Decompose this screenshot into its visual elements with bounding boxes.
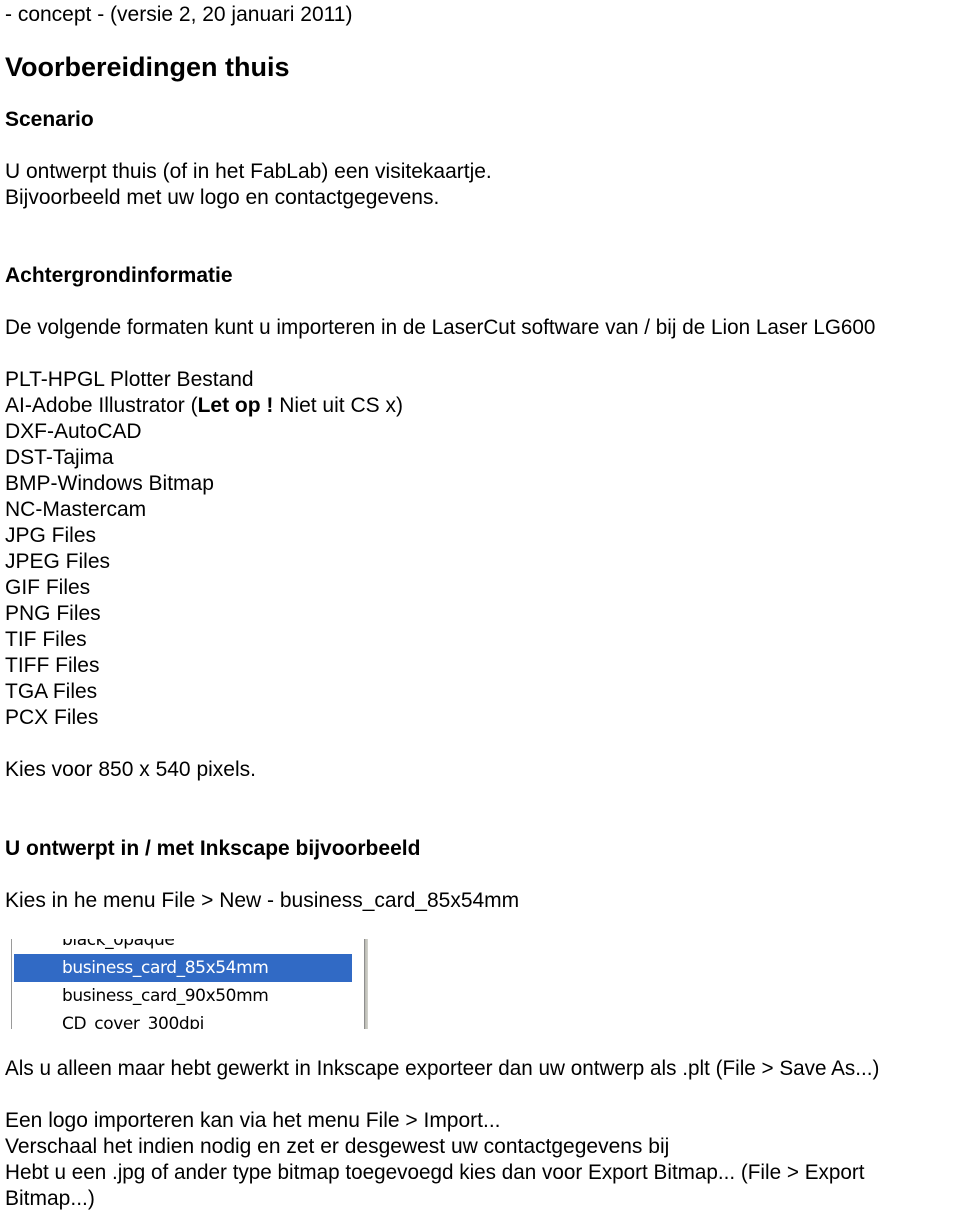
format-item: TIF Files (5, 628, 87, 651)
inkscape-instruction: Kies in he menu File > New - business_ca… (5, 889, 520, 912)
scenario-line-2: Bijvoorbeeld met uw logo en contactgegev… (5, 186, 440, 209)
format-item: PNG Files (5, 602, 101, 625)
format-item: JPG Files (5, 524, 97, 547)
template-list-item[interactable]: CD_cover_300dpi (14, 1010, 352, 1029)
step-line: Verschaal het indien nodig en zet er des… (5, 1135, 670, 1158)
background-intro: De volgende formaten kunt u importeren i… (5, 316, 876, 339)
format-item-label: AI-Adobe Illustrator ( (5, 394, 198, 417)
warning-text: Let op ! (197, 394, 274, 417)
warning-detail: Niet uit CS x) (273, 394, 403, 417)
format-item: BMP-Windows Bitmap (5, 472, 214, 495)
subtitle: - concept - (versie 2, 20 januari 2011) (5, 3, 353, 26)
page-title: Voorbereidingen thuis (5, 52, 290, 82)
format-item: DST-Tajima (5, 446, 114, 469)
list-scrollbar[interactable] (364, 939, 368, 1029)
scenario-heading: Scenario (5, 108, 94, 131)
template-list-item-selected[interactable]: business_card_85x54mm (14, 954, 352, 982)
format-item: PCX Files (5, 706, 99, 729)
format-item: TIFF Files (5, 654, 100, 677)
format-item: PLT-HPGL Plotter Bestand (5, 368, 254, 391)
template-list-item[interactable]: black_opaque (14, 939, 352, 954)
template-list-screenshot: black_opaque business_card_85x54mm busin… (11, 939, 368, 1029)
template-list-item[interactable]: business_card_90x50mm (14, 982, 352, 1010)
format-item: GIF Files (5, 576, 91, 599)
step-line: Een logo importeren kan via het menu Fil… (5, 1109, 501, 1132)
size-note: Kies voor 850 x 540 pixels. (5, 758, 256, 781)
inkscape-heading: U ontwerpt in / met Inkscape bijvoorbeel… (5, 837, 421, 860)
format-item: JPEG Files (5, 550, 111, 573)
export-note: Als u alleen maar hebt gewerkt in Inksca… (5, 1057, 880, 1080)
background-heading: Achtergrondinformatie (5, 264, 233, 287)
format-item: TGA Files (5, 680, 98, 703)
format-item-ai: AI-Adobe Illustrator (Let op ! Niet uit … (5, 393, 403, 419)
step-line: Hebt u een .jpg of ander type bitmap toe… (5, 1161, 865, 1184)
scenario-line-1: U ontwerpt thuis (of in het FabLab) een … (5, 160, 492, 183)
step-line: Bitmap...) (5, 1187, 95, 1210)
format-item: DXF-AutoCAD (5, 420, 142, 443)
format-item: NC-Mastercam (5, 498, 147, 521)
